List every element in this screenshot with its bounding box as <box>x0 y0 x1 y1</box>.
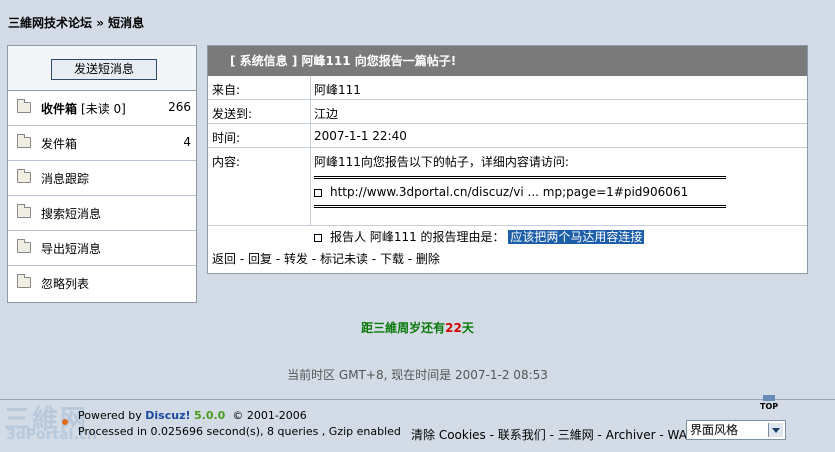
content-link-line: http://www.3dportal.cn/discuz/vi ... mp;… <box>314 185 726 199</box>
up-arrow-icon <box>763 395 776 401</box>
unread-count: [未读 0] <box>81 102 126 116</box>
from-value[interactable]: 阿峰111 <box>314 81 361 98</box>
chevron-down-icon <box>768 423 783 437</box>
message-count: 266 <box>168 100 191 114</box>
send-message-button[interactable]: 发送短消息 <box>51 59 157 80</box>
mark-unread-link[interactable]: 标记未读 <box>320 252 368 266</box>
back-to-top-button[interactable]: TOP <box>760 395 778 411</box>
version: 5.0.0 <box>194 409 226 422</box>
folder-icon <box>17 169 31 183</box>
divider <box>314 205 726 208</box>
time-value: 2007-1-1 22:40 <box>314 129 407 143</box>
pm-sidebar: 发送短消息 收件箱 [未读 0] 266 发件箱 4 消息跟踪 搜索短消息 导出短… <box>7 45 197 303</box>
to-value: 江边 <box>314 107 339 121</box>
message-body: 阿峰111向您报告以下的帖子，详细内容请访问: http://www.3dpor… <box>314 153 726 245</box>
sidebar-item-export[interactable]: 导出短消息 <box>8 231 196 266</box>
content-intro: 阿峰111向您报告以下的帖子，详细内容请访问: <box>314 155 569 169</box>
countdown-days: 22 <box>445 321 462 335</box>
to-label: 发送到: <box>212 107 253 121</box>
sidebar-item-outbox[interactable]: 发件箱 4 <box>8 126 196 161</box>
content-reason-line: 报告人 阿峰111 的报告理由是： 应该把两个马达用容连接 <box>314 228 726 245</box>
anniversary-countdown: 距三維周岁还有22天 <box>361 321 474 335</box>
folder-icon <box>17 134 31 148</box>
row-to: 发送到: 江边 <box>208 100 807 124</box>
message-actions: 返回 - 回复 - 转发 - 标记未读 - 下载 - 删除 <box>212 252 440 266</box>
sidebar-item-inbox[interactable]: 收件箱 [未读 0] 266 <box>8 91 196 126</box>
message-count: 4 <box>183 135 191 149</box>
row-time: 时间: 2007-1-1 22:40 <box>208 124 807 148</box>
breadcrumb-separator: » <box>92 16 109 30</box>
archiver-link[interactable]: Archiver <box>606 428 656 442</box>
style-select[interactable]: 界面风格 <box>686 420 786 440</box>
sidebar-item-label: 搜索短消息 <box>41 207 102 221</box>
sidebar-item-label: 发件箱 <box>41 137 78 151</box>
delete-link[interactable]: 删除 <box>416 252 440 266</box>
timezone-info: 当前时区 GMT+8, 现在时间是 2007-1-2 08:53 <box>287 368 548 382</box>
content-label: 内容: <box>212 155 241 169</box>
sidebar-item-label: 消息跟踪 <box>41 172 90 186</box>
divider <box>314 176 726 179</box>
from-label: 来自: <box>212 83 241 97</box>
row-content: 内容: 阿峰111向您报告以下的帖子，详细内容请访问: http://www.3… <box>208 148 807 244</box>
footer-links: 清除 Cookies - 联系我们 - 三維网 - Archiver - WAP <box>411 428 695 442</box>
clear-cookies-link[interactable]: 清除 Cookies <box>411 428 486 442</box>
processed-info: Processed in 0.025696 second(s), 8 queri… <box>78 425 401 438</box>
row-from: 来自: 阿峰111 <box>208 76 807 100</box>
folder-icon <box>17 99 31 113</box>
sidebar-item-label: 忽略列表 <box>41 277 90 291</box>
sidebar-item-search[interactable]: 搜索短消息 <box>8 196 196 231</box>
site-link[interactable]: 三維网 <box>558 428 594 442</box>
footer-divider <box>0 399 835 400</box>
discuz-link[interactable]: Discuz! <box>145 409 190 422</box>
forward-link[interactable]: 转发 <box>284 252 308 266</box>
report-link[interactable]: http://www.3dportal.cn/discuz/vi ... mp;… <box>330 185 688 199</box>
sidebar-item-ignore-list[interactable]: 忽略列表 <box>8 266 196 301</box>
download-link[interactable]: 下载 <box>380 252 404 266</box>
logo-dot-icon <box>62 419 68 425</box>
contact-link[interactable]: 联系我们 <box>498 428 546 442</box>
bullet-icon <box>314 188 322 197</box>
sidebar-item-label: 收件箱 [未读 0] <box>41 102 126 116</box>
message-title: [ 系统信息 ] 阿峰111 向您报告一篇帖子! <box>208 46 807 76</box>
send-button-container: 发送短消息 <box>8 46 196 91</box>
breadcrumb-forum-link[interactable]: 三維网技术论坛 <box>8 16 92 30</box>
reason-text: 应该把两个马达用容连接 <box>508 230 645 244</box>
bullet-icon <box>314 233 322 242</box>
folder-icon <box>17 204 31 218</box>
folder-icon <box>17 274 31 288</box>
sidebar-item-label: 导出短消息 <box>41 242 102 256</box>
powered-by: Powered by Discuz! 5.0.0 © 2001-2006 <box>78 409 307 422</box>
time-label: 时间: <box>212 131 241 145</box>
reason-prefix: 报告人 阿峰111 的报告理由是： <box>330 230 505 244</box>
back-link[interactable]: 返回 <box>212 252 236 266</box>
style-select-value: 界面风格 <box>690 423 739 437</box>
message-panel: [ 系统信息 ] 阿峰111 向您报告一篇帖子! 来自: 阿峰111 发送到: … <box>207 45 808 274</box>
reply-link[interactable]: 回复 <box>248 252 272 266</box>
breadcrumb-current: 短消息 <box>108 16 145 30</box>
breadcrumb: 三維网技术论坛 » 短消息 <box>8 14 144 31</box>
sidebar-item-tracking[interactable]: 消息跟踪 <box>8 161 196 196</box>
folder-icon <box>17 239 31 253</box>
